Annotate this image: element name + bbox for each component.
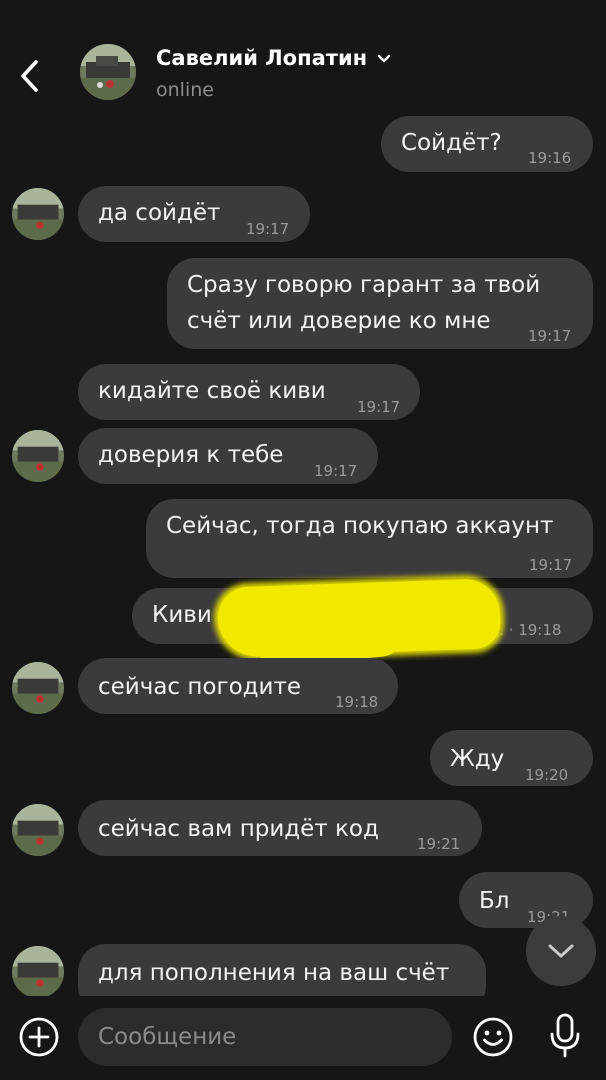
chat-screen: Савелий Лопатин online Сойдёт? 19:16 да … (0, 0, 606, 1080)
message-text: кидайте своё киви (98, 378, 326, 404)
chevron-down-icon (548, 944, 574, 958)
back-arrow-icon (21, 60, 38, 92)
message-text: да сойдёт (98, 200, 221, 226)
message-text: сейчас вам придёт код (98, 816, 379, 842)
chevron-down-icon (377, 54, 391, 63)
message-text: Сойдёт? (401, 130, 502, 156)
message-time: 19:16 (528, 149, 572, 167)
attach-button[interactable] (18, 1016, 60, 1058)
message-text-line: Сразу говорю гарант за твой (187, 272, 541, 298)
sender-avatar[interactable] (12, 188, 64, 240)
message-bubble-incoming[interactable]: да сойдёт 19:17 (78, 186, 310, 242)
message-time: 19:17 (357, 398, 401, 416)
message-bubble-incoming[interactable]: доверия к тебе 19:17 (78, 428, 378, 484)
message-text: Бл (479, 888, 510, 914)
message-text: Сейчас, тогда покупаю аккаунт (166, 513, 554, 539)
voice-message-button[interactable] (548, 1012, 582, 1060)
message-text: Киви (152, 602, 212, 628)
message-text: сейчас погодите (98, 674, 302, 700)
contact-name: Савелий Лопатин (156, 46, 368, 70)
message-bubble-outgoing[interactable]: Сойдёт? 19:16 (381, 116, 593, 172)
message-bubble-incoming[interactable]: кидайте своё киви 19:17 (78, 364, 420, 420)
message-text: для пополнения на ваш счёт (98, 960, 450, 986)
composer-bar (0, 996, 606, 1080)
message-time: 19:17 (528, 327, 572, 345)
message-time: 19:17 (246, 220, 290, 238)
message-bubble-outgoing[interactable]: Сейчас, тогда покупаю аккаунт 19:17 (146, 499, 593, 578)
sender-avatar[interactable] (12, 662, 64, 714)
message-text: Жду (450, 746, 505, 772)
contact-avatar[interactable] (80, 44, 136, 100)
chat-header: Савелий Лопатин online (0, 0, 606, 112)
message-text: доверия к тебе (98, 442, 284, 468)
message-input[interactable] (78, 1008, 452, 1066)
message-time: 19:20 (525, 766, 569, 784)
smiley-icon (473, 1017, 513, 1057)
message-time: 19:18 (335, 693, 379, 711)
sender-avatar[interactable] (12, 430, 64, 482)
message-text-line: счёт или доверие ко мне (187, 308, 491, 334)
back-button[interactable] (14, 56, 46, 96)
scroll-to-bottom-button[interactable] (526, 916, 596, 986)
message-bubble-incoming[interactable]: сейчас вам придёт код 19:21 (78, 800, 482, 856)
message-time: 19:17 (529, 556, 573, 574)
sender-avatar[interactable] (12, 946, 64, 998)
emoji-button[interactable] (472, 1016, 514, 1058)
microphone-icon (550, 1013, 580, 1058)
contact-status: online (156, 79, 214, 101)
message-time-value: 19:18 (518, 621, 562, 639)
contact-name-button[interactable]: Савелий Лопатин (156, 46, 391, 70)
message-bubble-outgoing[interactable]: Сразу говорю гарант за твой счёт или дов… (167, 258, 593, 349)
sender-avatar[interactable] (12, 804, 64, 856)
plus-circle-icon (19, 1017, 59, 1057)
message-time: 19:21 (417, 835, 461, 853)
message-bubble-outgoing[interactable]: Жду 19:20 (430, 730, 593, 786)
message-bubble-incoming[interactable]: сейчас погодите 19:18 (78, 658, 398, 714)
message-time: 19:17 (314, 462, 358, 480)
